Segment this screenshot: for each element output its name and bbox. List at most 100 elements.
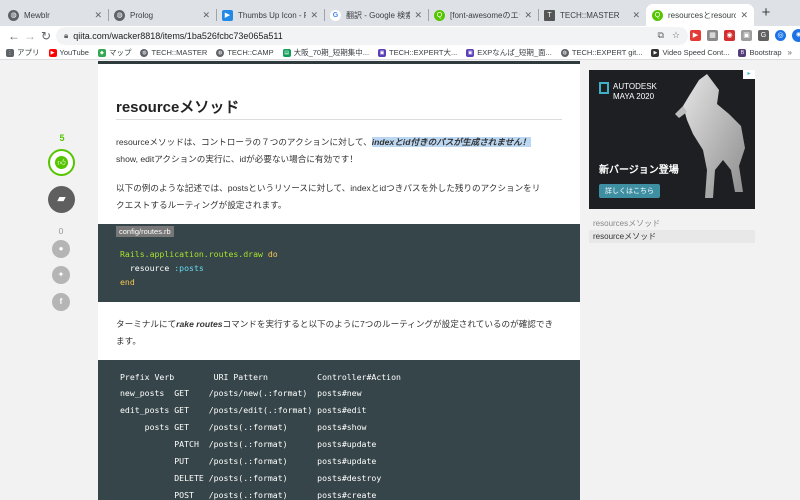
- code-keyword: do: [262, 249, 278, 259]
- comment-count: 0: [58, 226, 64, 236]
- horse-illustration: [675, 74, 745, 198]
- paragraph-text: ターミナルにて: [116, 319, 177, 329]
- close-icon[interactable]: ✕: [94, 10, 102, 21]
- code-block-rake-routes: Prefix Verb URI Pattern Controller#Actio…: [98, 360, 580, 500]
- extension-icon[interactable]: G: [758, 30, 769, 41]
- tab-resources-active[interactable]: Q resourcesとresourceの ✕: [646, 4, 754, 26]
- bookmark-star-icon[interactable]: ☆: [672, 30, 680, 41]
- reload-icon[interactable]: ↻: [38, 28, 54, 44]
- paragraph-text: クエストするルーティングが設定されます。: [116, 200, 287, 210]
- close-icon[interactable]: ✕: [202, 10, 210, 21]
- routes-line: new_posts GET /posts/new(.:format) posts…: [120, 388, 362, 398]
- new-tab-button[interactable]: +: [758, 5, 774, 21]
- bookmark-tech-expert-git[interactable]: ◍ TECH::EXPERT git...: [560, 48, 642, 57]
- bookmark-label: マップ: [108, 48, 132, 57]
- bookmarks-overflow-icon[interactable]: »: [788, 48, 792, 57]
- ad-cta-button[interactable]: 詳しくはこちら: [599, 184, 660, 198]
- bootstrap-icon: B: [738, 48, 747, 57]
- bookmark-apps[interactable]: ⋮ アプリ: [6, 47, 40, 58]
- bookmark-label: 大阪_70期_短期集中...: [293, 48, 370, 57]
- bookmark-osaka[interactable]: ▤ 大阪_70期_短期集中...: [282, 47, 370, 58]
- address-bar[interactable]: 🔒︎ qiita.com/wacker8818/items/1ba526fcbc…: [56, 27, 688, 45]
- profile-avatar[interactable]: ◉: [792, 29, 800, 42]
- forward-arrow-icon[interactable]: →: [22, 28, 38, 44]
- globe-icon: ◍: [140, 48, 149, 57]
- facebook-share-button[interactable]: f: [52, 293, 70, 311]
- extension-icon[interactable]: ◎: [775, 30, 786, 41]
- youtube-icon: ▶: [48, 48, 57, 57]
- expert-icon: ▣: [466, 48, 475, 57]
- expert-icon: ▣: [378, 48, 387, 57]
- paragraph-1: resourceメソッドは、コントローラの７つのアクションに対して、indexと…: [116, 134, 566, 168]
- code-token: resource: [120, 263, 170, 273]
- bookmark-tech-expert[interactable]: ▣ TECH::EXPERT大...: [378, 47, 457, 58]
- close-icon[interactable]: ✕: [414, 10, 422, 21]
- bookmark-maps[interactable]: ◆ マップ: [97, 47, 132, 58]
- bookmark-exp-namba[interactable]: ▣ EXPなんば_短期_面...: [466, 47, 552, 58]
- tab-title: 翻訳 - Google 検索: [346, 10, 411, 20]
- close-icon[interactable]: ✕: [632, 10, 640, 21]
- qiita-icon: Q: [434, 9, 445, 21]
- paragraph-2: 以下の例のような記述では、postsというリソースに対して、indexとidつき…: [116, 180, 566, 214]
- open-in-app-icon[interactable]: ⧉: [657, 30, 663, 41]
- extension-icon[interactable]: ◉: [724, 30, 735, 41]
- code-token: Rails.application.routes.draw: [120, 249, 263, 259]
- tab-prolog[interactable]: ◍ Prolog ✕: [108, 4, 216, 26]
- bookmark-label: TECH::MASTER: [151, 48, 208, 57]
- maya-logo-icon: [599, 82, 609, 94]
- bookmark-tech-camp[interactable]: ◍ TECH::CAMP: [216, 48, 274, 57]
- autodesk-maya-logo: AUTODESK MAYA 2020: [599, 82, 657, 102]
- section-heading: resourceメソッド: [116, 99, 240, 116]
- tab-mewblr[interactable]: ◍ Mewblr ✕: [2, 4, 108, 26]
- tm-icon: T: [544, 9, 555, 21]
- code-filename-label: config/routes.rb: [116, 226, 174, 237]
- routes-line: edit_posts GET /posts/edit(.:format) pos…: [120, 405, 367, 415]
- tab-thumbs-up-icon[interactable]: ▶ Thumbs Up Icon - Reg ✕: [216, 4, 324, 26]
- tab-google-search[interactable]: G 翻訳 - Google 検索 ✕: [324, 4, 428, 26]
- globe-icon: ◍: [8, 9, 19, 21]
- apps-grid-icon: ⋮: [6, 48, 14, 57]
- speech-bubble-icon: ●: [58, 244, 64, 253]
- bookmark-tech-master[interactable]: ◍ TECH::MASTER: [140, 48, 207, 57]
- bookmark-video-speed[interactable]: ▶ Video Speed Cont...: [651, 48, 729, 57]
- code-line: resource :posts: [120, 263, 204, 273]
- routes-header-line: Prefix Verb URI Pattern Controller#Actio…: [120, 372, 401, 382]
- routes-line: PUT /posts(.:format) posts#update: [120, 456, 377, 466]
- routes-line: POST /posts(.:format) posts#create: [120, 490, 377, 500]
- bookmark-bootstrap[interactable]: B Bootstrap: [738, 48, 782, 57]
- tab-title: [font-awesomeのエラー]: [450, 10, 520, 20]
- routes-line: PATCH /posts(.:format) posts#update: [120, 439, 377, 449]
- tab-title: resourcesとresourceの: [668, 10, 737, 20]
- twitter-bird-icon: ✦: [57, 270, 65, 279]
- ad-brand: AUTODESK: [613, 82, 657, 91]
- toc-item-resources[interactable]: resourcesメソッド: [593, 218, 660, 229]
- extension-icon[interactable]: ▣: [741, 30, 752, 41]
- tab-title: Thumbs Up Icon - Reg: [238, 10, 306, 20]
- routes-line: DELETE /posts(.:format) posts#destroy: [120, 473, 382, 483]
- like-button[interactable]: 👍︎: [48, 149, 75, 176]
- close-icon[interactable]: ✕: [524, 10, 532, 21]
- tab-font-awesome-error[interactable]: Q [font-awesomeのエラー] ✕: [428, 4, 538, 26]
- globe-icon: ◍: [216, 48, 225, 57]
- close-icon[interactable]: ✕: [310, 10, 318, 21]
- thumbs-up-icon: 👍︎: [55, 156, 68, 169]
- bookmark-label: TECH::EXPERT大...: [389, 48, 458, 57]
- advertisement-banner[interactable]: ▸ AUTODESK MAYA 2020 新バージョン登場 詳しくはこちら: [589, 70, 755, 209]
- youtube-extension-icon[interactable]: ▶: [690, 30, 701, 41]
- tab-tech-master[interactable]: T TECH::MASTER ✕: [538, 4, 646, 26]
- comment-button[interactable]: ●: [52, 240, 70, 258]
- heading-divider: [116, 119, 562, 120]
- back-arrow-icon[interactable]: ←: [6, 28, 22, 44]
- toc-item-resource-active[interactable]: resourceメソッド: [589, 230, 755, 243]
- bookmark-youtube[interactable]: ▶ YouTube: [48, 48, 89, 57]
- qiita-icon: Q: [652, 9, 663, 21]
- browser-toolbar: ← → ↻ 🔒︎ qiita.com/wacker8818/items/1ba5…: [0, 26, 800, 46]
- extension-icon[interactable]: ▦: [707, 30, 718, 41]
- close-icon[interactable]: ✕: [740, 10, 748, 21]
- code-line: end: [120, 277, 135, 287]
- tab-strip: ◍ Mewblr ✕ ◍ Prolog ✕ ▶ Thumbs Up Icon -…: [0, 0, 800, 26]
- twitter-share-button[interactable]: ✦: [52, 266, 70, 284]
- stock-folder-button[interactable]: ▰: [48, 186, 75, 213]
- tab-title: TECH::MASTER: [560, 10, 620, 20]
- paragraph-text: ます。: [116, 336, 141, 346]
